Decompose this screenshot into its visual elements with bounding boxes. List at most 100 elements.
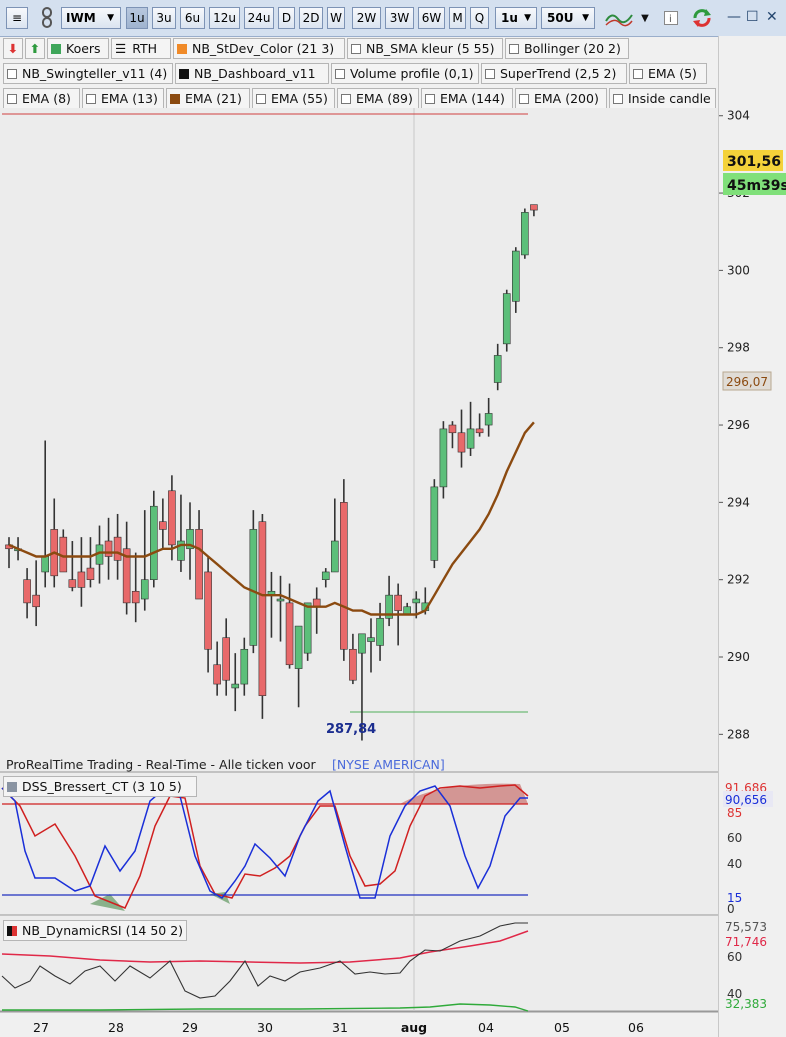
price-axis[interactable]: 304302300298296294292290288 301,56 45m39…	[718, 36, 786, 1037]
date-label: 31	[332, 1020, 348, 1035]
last-price-value: 301,56	[727, 154, 781, 170]
timeframe-button-1u[interactable]: 1u	[126, 7, 148, 29]
date-label: 04	[478, 1020, 494, 1035]
chevron-down-icon[interactable]: ▼	[638, 6, 652, 30]
timeframe-button-24u[interactable]: 24u	[244, 7, 274, 29]
candle	[303, 602, 312, 654]
candle	[330, 540, 339, 573]
rsi-top-value: 75,573	[725, 920, 767, 934]
minimize-icon[interactable]: —	[727, 9, 741, 25]
candle	[32, 594, 40, 608]
link-icon[interactable]	[37, 6, 57, 30]
candle	[77, 571, 86, 588]
candle	[23, 579, 31, 604]
symbol-label: IWM	[66, 11, 96, 25]
candle	[159, 521, 167, 530]
timeframe-button-d[interactable]: D	[278, 7, 295, 29]
units-value: 50U	[547, 11, 574, 25]
timeframe-button-12u[interactable]: 12u	[209, 7, 240, 29]
candle	[430, 486, 439, 561]
date-label: 29	[182, 1020, 198, 1035]
low-price-label: 287,84	[326, 722, 376, 737]
candle	[448, 424, 457, 434]
dss-tick-60: 60	[727, 831, 742, 845]
timeframe-button-3u[interactable]: 3u	[152, 7, 176, 29]
candle	[502, 293, 511, 345]
price-panel-bg	[0, 108, 718, 773]
candle	[249, 529, 258, 646]
candle	[475, 428, 484, 434]
candle	[140, 579, 149, 600]
chart-area[interactable]: 287,84 ProRealTime Trading - Real-Time -…	[0, 36, 718, 1037]
main-toolbar: ≡ IWM ▼ 1u 3u 6u 12u 24u D 2D W 2W 3W 6W M Q 1u ▼ 50…	[0, 0, 786, 37]
candle	[376, 618, 384, 646]
candle	[394, 594, 402, 611]
candle	[466, 428, 475, 449]
price-tick-label: 294	[727, 495, 750, 509]
timeframe-button-w[interactable]: W	[327, 7, 345, 29]
rsi-green-value: 32,383	[725, 997, 767, 1011]
candle	[349, 648, 357, 681]
date-label: aug	[401, 1020, 427, 1035]
candle	[240, 648, 249, 685]
timeframe-button-m[interactable]: M	[449, 7, 466, 29]
candle	[68, 579, 77, 588]
symbol-selector[interactable]: IWM ▼	[61, 7, 121, 29]
dss-tick-85: 85	[727, 806, 742, 820]
info-icon[interactable]: i	[663, 6, 679, 30]
timeframe-button-6w[interactable]: 6W	[418, 7, 445, 29]
candle	[358, 633, 366, 654]
refresh-icon[interactable]	[689, 6, 715, 30]
candle	[412, 598, 421, 604]
interval-select[interactable]: 1u ▼	[495, 7, 537, 29]
rsi-tick-60: 60	[727, 950, 742, 964]
units-select[interactable]: 50U ▼	[541, 7, 595, 29]
date-label: 06	[628, 1020, 644, 1035]
rsi-indicator-chip[interactable]: NB_DynamicRSI (14 50 2)	[3, 920, 187, 941]
date-axis: 27 28 29 30 31 aug 04 05 06	[33, 1020, 644, 1035]
candle	[104, 540, 113, 557]
price-tick-label: 296	[727, 418, 750, 432]
candle	[493, 355, 502, 383]
candle	[222, 637, 230, 681]
exchange-label: [NYSE AMERICAN]	[332, 757, 445, 772]
chevron-down-icon: ▼	[107, 13, 114, 23]
candle	[258, 521, 267, 696]
maximize-icon[interactable]: ☐	[746, 9, 759, 25]
price-tick-label: 290	[727, 650, 750, 664]
candle	[41, 556, 50, 573]
candle	[457, 432, 466, 453]
rsi-swatch	[7, 925, 17, 936]
candle	[521, 212, 529, 256]
dss-blue-value: 90,656	[725, 793, 767, 807]
timeframe-button-2d[interactable]: 2D	[299, 7, 323, 29]
data-source-label: ProRealTime Trading - Real-Time - Alle t…	[6, 757, 316, 772]
dss-title: DSS_Bressert_CT (3 10 5)	[22, 779, 182, 794]
dss-swatch	[7, 781, 17, 792]
candle	[511, 250, 520, 302]
date-label: 27	[33, 1020, 49, 1035]
countdown-value: 45m39s	[727, 178, 786, 194]
candle	[439, 428, 448, 488]
chart-type-icon[interactable]	[601, 6, 637, 30]
candle	[530, 204, 538, 211]
timeframe-button-3w[interactable]: 3W	[385, 7, 414, 29]
candle	[276, 598, 285, 602]
candle	[231, 683, 240, 689]
date-label: 28	[108, 1020, 124, 1035]
dss-indicator-chip[interactable]: DSS_Bressert_CT (3 10 5)	[3, 776, 197, 797]
date-label: 30	[257, 1020, 273, 1035]
close-icon[interactable]: ✕	[766, 9, 778, 25]
chevron-down-icon: ▼	[582, 13, 589, 23]
rsi-red-value: 71,746	[725, 935, 767, 949]
candle	[340, 502, 348, 650]
dss-tick-40: 40	[727, 857, 742, 871]
timeframe-button-q[interactable]: Q	[470, 7, 489, 29]
date-label: 05	[554, 1020, 570, 1035]
timeframe-button-2w[interactable]: 2W	[352, 7, 381, 29]
price-tick-label: 304	[727, 109, 750, 123]
rsi-title: NB_DynamicRSI (14 50 2)	[22, 923, 184, 938]
candle	[86, 567, 95, 580]
window-menu-icon[interactable]: ≡	[6, 7, 28, 29]
timeframe-button-6u[interactable]: 6u	[180, 7, 205, 29]
